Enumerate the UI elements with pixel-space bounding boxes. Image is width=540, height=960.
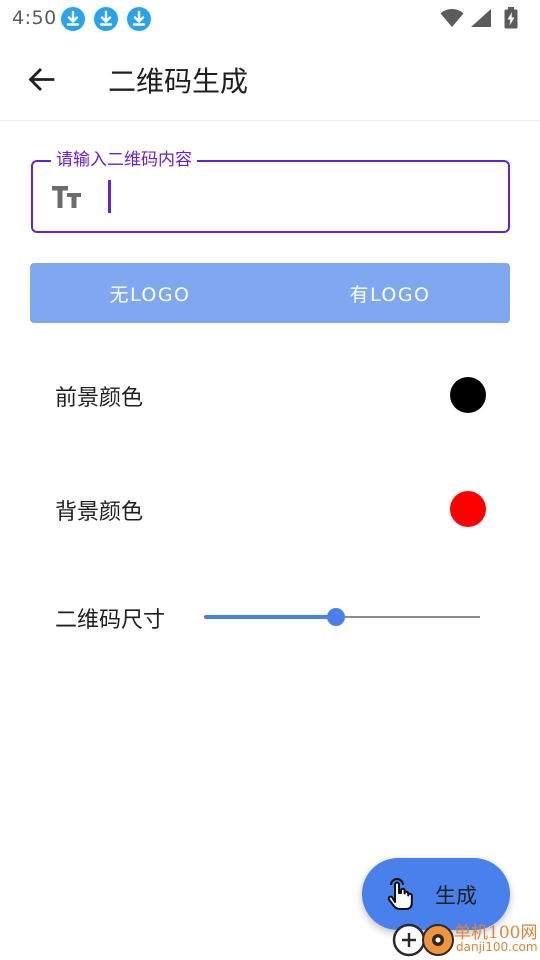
no-logo-option[interactable]: 无LOGO (30, 263, 270, 323)
qr-content-input[interactable]: 请输入二维码内容 (31, 150, 510, 233)
back-button[interactable] (22, 60, 62, 100)
text-cursor (108, 180, 111, 213)
qr-generator-screen: 4:50 二维码生成 请输入二维码内容 无LOGO 有LOGO 前景颜色 背景颜… (0, 0, 540, 960)
watermark-logo: 单机100网 danji100.com (392, 918, 540, 960)
wifi-icon (440, 9, 464, 27)
qr-content-label: 请输入二维码内容 (51, 150, 197, 170)
arrow-back-icon (28, 68, 55, 91)
watermark-mascot-icon (392, 923, 454, 957)
slider-thumb[interactable] (327, 608, 346, 626)
page-title: 二维码生成 (108, 65, 249, 98)
app-bar: 二维码生成 (0, 36, 540, 121)
status-time: 4:50 (12, 7, 57, 29)
slider-fill (204, 615, 337, 619)
touch-icon (387, 878, 413, 910)
status-bar: 4:50 (0, 0, 540, 36)
download-icon (61, 7, 85, 31)
background-color-swatch[interactable] (450, 491, 486, 527)
watermark-url: danji100.com (456, 940, 538, 954)
foreground-color-swatch[interactable] (450, 377, 486, 413)
signal-icon (471, 9, 491, 27)
text-size-icon (52, 186, 81, 208)
logo-toggle: 无LOGO 有LOGO (30, 263, 510, 323)
battery-charging-icon (504, 7, 518, 29)
download-icon (94, 7, 118, 31)
qr-size-slider[interactable] (204, 604, 480, 630)
generate-label: 生成 (435, 884, 477, 908)
qr-size-label: 二维码尺寸 (55, 608, 166, 633)
foreground-color-label: 前景颜色 (55, 386, 144, 411)
download-icon (127, 7, 151, 31)
with-logo-option[interactable]: 有LOGO (270, 263, 510, 323)
background-color-label: 背景颜色 (55, 500, 144, 525)
